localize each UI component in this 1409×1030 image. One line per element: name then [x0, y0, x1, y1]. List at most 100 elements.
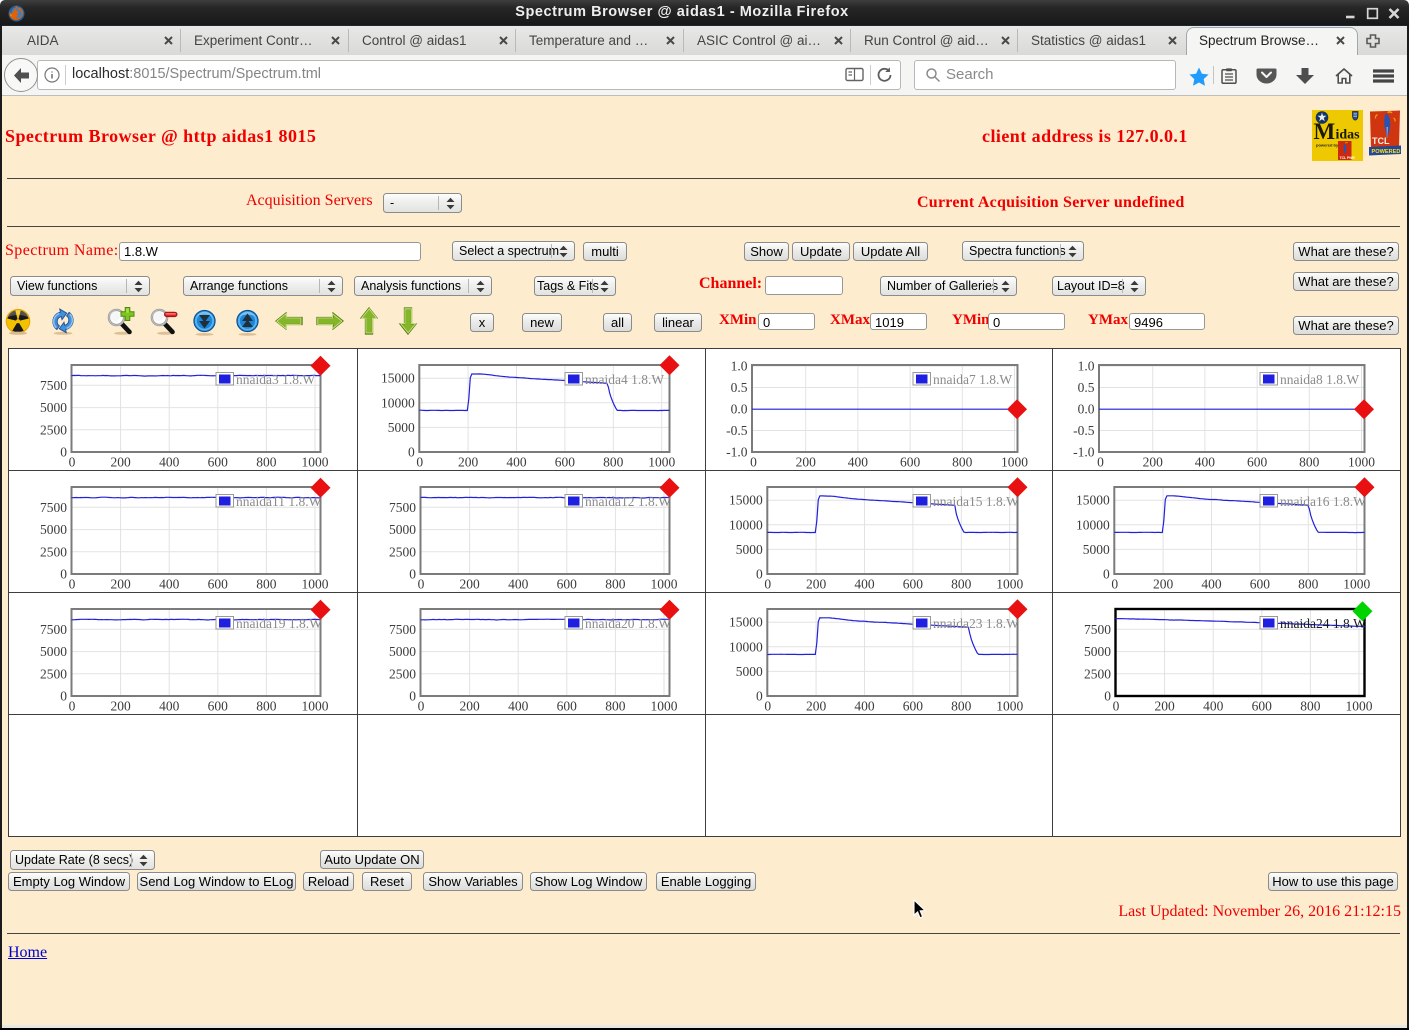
svg-text:nnaida12 1.8.W: nnaida12 1.8.W [585, 494, 671, 509]
svg-text:400: 400 [1203, 699, 1224, 714]
svg-text:nnaida11 1.8.W: nnaida11 1.8.W [236, 494, 322, 509]
svg-text:10000: 10000 [381, 395, 415, 410]
svg-text:1000: 1000 [648, 454, 675, 469]
svg-text:0: 0 [764, 577, 771, 592]
svg-text:400: 400 [1201, 577, 1222, 592]
svg-text:nnaida7 1.8.W: nnaida7 1.8.W [933, 371, 1012, 386]
svg-text:0: 0 [1113, 699, 1120, 714]
svg-text:10000: 10000 [729, 517, 763, 532]
svg-text:0: 0 [1103, 567, 1110, 582]
svg-text:0: 0 [1104, 689, 1111, 704]
svg-text:5000: 5000 [1083, 542, 1110, 557]
svg-text:7500: 7500 [40, 622, 67, 637]
svg-text:400: 400 [159, 454, 180, 469]
svg-text:0: 0 [1111, 577, 1118, 592]
svg-text:nnaida4 1.8.W: nnaida4 1.8.W [585, 371, 664, 386]
svg-text:0: 0 [69, 577, 76, 592]
svg-text:0: 0 [764, 699, 771, 714]
svg-text:5000: 5000 [40, 400, 67, 415]
svg-text:-1.0: -1.0 [726, 444, 748, 459]
svg-text:200: 200 [459, 577, 480, 592]
svg-text:800: 800 [605, 577, 626, 592]
svg-text:5000: 5000 [388, 419, 415, 434]
svg-text:400: 400 [159, 577, 180, 592]
svg-text:2500: 2500 [389, 544, 416, 559]
svg-text:600: 600 [557, 699, 578, 714]
svg-text:1000: 1000 [302, 577, 329, 592]
svg-text:2500: 2500 [40, 422, 67, 437]
svg-text:nnaida20 1.8.W: nnaida20 1.8.W [585, 616, 671, 631]
svg-text:7500: 7500 [389, 622, 416, 637]
svg-text:M: M [1314, 119, 1336, 144]
svg-text:0: 0 [418, 699, 425, 714]
svg-text:0: 0 [409, 567, 416, 582]
svg-text:10000: 10000 [729, 639, 763, 654]
svg-text:nnaida19 1.8.W: nnaida19 1.8.W [236, 616, 322, 631]
svg-text:15000: 15000 [729, 615, 763, 630]
svg-text:600: 600 [557, 577, 578, 592]
svg-text:800: 800 [605, 699, 626, 714]
svg-text:400: 400 [159, 699, 180, 714]
svg-text:400: 400 [1195, 454, 1216, 469]
svg-text:-0.5: -0.5 [1073, 423, 1095, 438]
svg-text:POWERED: POWERED [1372, 149, 1401, 155]
svg-text:powered by: powered by [1316, 143, 1339, 148]
svg-text:200: 200 [805, 577, 826, 592]
svg-text:600: 600 [1247, 454, 1268, 469]
svg-text:600: 600 [1252, 699, 1273, 714]
svg-text:0: 0 [69, 699, 76, 714]
svg-text:200: 200 [110, 577, 131, 592]
svg-text:200: 200 [110, 454, 131, 469]
svg-text:800: 800 [256, 577, 277, 592]
svg-text:600: 600 [555, 454, 576, 469]
svg-text:2500: 2500 [389, 666, 416, 681]
svg-text:TCL PWR: TCL PWR [1340, 156, 1356, 160]
svg-text:15000: 15000 [381, 370, 415, 385]
svg-text:400: 400 [854, 577, 875, 592]
svg-text:800: 800 [951, 577, 972, 592]
svg-text:1000: 1000 [651, 577, 678, 592]
svg-text:200: 200 [459, 699, 480, 714]
svg-text:2500: 2500 [1084, 666, 1111, 681]
svg-text:nnaida16 1.8.W: nnaida16 1.8.W [1280, 494, 1366, 509]
svg-text:TCL: TCL [1372, 136, 1390, 146]
svg-text:7500: 7500 [40, 500, 67, 515]
svg-text:600: 600 [208, 577, 229, 592]
svg-text:0: 0 [1097, 454, 1104, 469]
svg-text:7500: 7500 [389, 500, 416, 515]
svg-text:200: 200 [795, 454, 816, 469]
svg-text:7500: 7500 [40, 377, 67, 392]
svg-text:2500: 2500 [40, 544, 67, 559]
svg-text:1.0: 1.0 [1078, 358, 1095, 373]
svg-text:1000: 1000 [1346, 699, 1373, 714]
svg-text:0: 0 [60, 444, 67, 459]
svg-text:200: 200 [1153, 577, 1174, 592]
svg-text:200: 200 [458, 454, 479, 469]
svg-text:1.0: 1.0 [730, 358, 747, 373]
svg-text:1000: 1000 [302, 699, 329, 714]
svg-text:5000: 5000 [735, 542, 762, 557]
svg-text:600: 600 [208, 699, 229, 714]
svg-text:nnaida15 1.8.W: nnaida15 1.8.W [933, 494, 1019, 509]
svg-text:400: 400 [508, 577, 529, 592]
svg-text:0: 0 [756, 689, 763, 704]
svg-text:0: 0 [60, 689, 67, 704]
svg-text:800: 800 [1300, 699, 1321, 714]
svg-text:1000: 1000 [1343, 577, 1370, 592]
svg-text:0: 0 [756, 567, 763, 582]
svg-text:nnaida24 1.8.W: nnaida24 1.8.W [1280, 616, 1366, 631]
svg-text:idas: idas [1336, 128, 1361, 143]
svg-text:800: 800 [1299, 454, 1320, 469]
svg-text:0: 0 [750, 454, 757, 469]
svg-text:15000: 15000 [1076, 493, 1110, 508]
svg-text:600: 600 [902, 577, 923, 592]
svg-text:0.0: 0.0 [1078, 401, 1095, 416]
svg-text:-0.5: -0.5 [726, 423, 748, 438]
svg-text:1000: 1000 [996, 699, 1023, 714]
svg-text:600: 600 [899, 454, 920, 469]
svg-text:5000: 5000 [735, 664, 762, 679]
svg-text:800: 800 [256, 699, 277, 714]
svg-text:400: 400 [854, 699, 875, 714]
svg-text:5000: 5000 [389, 644, 416, 659]
svg-text:nnaida3 1.8.W: nnaida3 1.8.W [236, 371, 315, 386]
